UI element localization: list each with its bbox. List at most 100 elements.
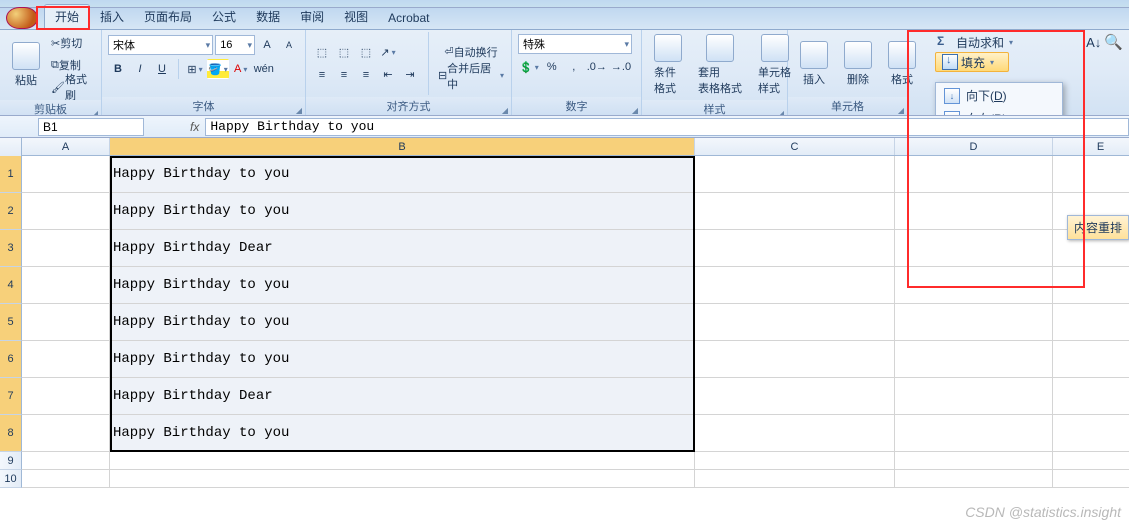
cell-C9[interactable]	[695, 452, 895, 470]
cell-D3[interactable]	[895, 230, 1053, 267]
cell-B7[interactable]: Happy Birthday Dear	[110, 378, 695, 415]
paste-button[interactable]: 粘贴	[6, 40, 46, 90]
cell-A2[interactable]	[22, 193, 110, 230]
format-as-table-button[interactable]: 套用 表格格式	[692, 32, 748, 98]
italic-button[interactable]: I	[130, 59, 150, 79]
name-box[interactable]: B1	[38, 118, 144, 136]
autosum-button[interactable]: 自动求和	[956, 34, 1004, 51]
cell-D7[interactable]	[895, 378, 1053, 415]
row-header-8[interactable]: 8	[0, 415, 22, 452]
cell-A10[interactable]	[22, 470, 110, 488]
row-header-1[interactable]: 1	[0, 156, 22, 193]
cell-B8[interactable]: Happy Birthday to you	[110, 415, 695, 452]
fill-button[interactable]: 填充	[961, 54, 985, 71]
cell-E1[interactable]	[1053, 156, 1129, 193]
row-header-9[interactable]: 9	[0, 452, 22, 470]
percent-button[interactable]: %	[542, 57, 562, 77]
cell-A4[interactable]	[22, 267, 110, 304]
col-header-E[interactable]: E	[1053, 138, 1129, 155]
cell-A1[interactable]	[22, 156, 110, 193]
wrap-text-button[interactable]: ⏎ 自动换行	[437, 42, 505, 62]
merge-center-button[interactable]: ⊟ 合并后居中▾	[437, 66, 505, 86]
row-header-3[interactable]: 3	[0, 230, 22, 267]
underline-button[interactable]: U	[152, 59, 172, 79]
tab-layout[interactable]: 页面布局	[134, 5, 202, 29]
cell-B10[interactable]	[110, 470, 695, 488]
cell-C4[interactable]	[695, 267, 895, 304]
formula-input[interactable]: Happy Birthday to you	[205, 118, 1129, 136]
tab-home[interactable]: 开始	[44, 4, 90, 29]
cell-C1[interactable]	[695, 156, 895, 193]
cell-D8[interactable]	[895, 415, 1053, 452]
cell-D4[interactable]	[895, 267, 1053, 304]
fill-color-button[interactable]: 🪣▾	[207, 59, 229, 79]
cell-B3[interactable]: Happy Birthday Dear	[110, 230, 695, 267]
fx-icon[interactable]: fx	[190, 120, 199, 134]
row-header-5[interactable]: 5	[0, 304, 22, 341]
align-top-button[interactable]: ⬚	[312, 43, 332, 63]
cell-E5[interactable]	[1053, 304, 1129, 341]
cell-B5[interactable]: Happy Birthday to you	[110, 304, 695, 341]
cell-A8[interactable]	[22, 415, 110, 452]
tab-data[interactable]: 数据	[246, 5, 290, 29]
cell-C3[interactable]	[695, 230, 895, 267]
cell-E8[interactable]	[1053, 415, 1129, 452]
align-center-button[interactable]: ≡	[334, 65, 354, 85]
cell-B9[interactable]	[110, 452, 695, 470]
indent-inc-button[interactable]: ⇥	[400, 65, 420, 85]
orientation-button[interactable]: ↗▾	[378, 43, 398, 63]
col-header-B[interactable]: B	[110, 138, 695, 155]
grow-font-button[interactable]: A	[257, 35, 277, 55]
currency-button[interactable]: 💲▾	[518, 57, 540, 77]
cell-E4[interactable]	[1053, 267, 1129, 304]
align-right-button[interactable]: ≡	[356, 65, 376, 85]
cell-E6[interactable]	[1053, 341, 1129, 378]
cell-B4[interactable]: Happy Birthday to you	[110, 267, 695, 304]
cell-A9[interactable]	[22, 452, 110, 470]
font-size-combo[interactable]: 16	[215, 35, 255, 55]
format-cells-button[interactable]: 格式	[882, 39, 922, 89]
fill-down-item[interactable]: ↓向下(D)	[936, 84, 1062, 107]
align-bottom-button[interactable]: ⬚	[356, 43, 376, 63]
cut-button[interactable]: ✂ 剪切	[50, 33, 83, 53]
inc-decimal-button[interactable]: .0→	[586, 57, 608, 77]
cell-A3[interactable]	[22, 230, 110, 267]
col-header-A[interactable]: A	[22, 138, 110, 155]
cell-C2[interactable]	[695, 193, 895, 230]
border-button[interactable]: ⊞▾	[185, 59, 205, 79]
cell-E9[interactable]	[1053, 452, 1129, 470]
tab-insert[interactable]: 插入	[90, 5, 134, 29]
select-all-corner[interactable]	[0, 138, 22, 156]
cell-D2[interactable]	[895, 193, 1053, 230]
tab-view[interactable]: 视图	[334, 5, 378, 29]
insert-cells-button[interactable]: 插入	[794, 39, 834, 89]
col-header-C[interactable]: C	[695, 138, 895, 155]
delete-cells-button[interactable]: 删除	[838, 39, 878, 89]
cell-A6[interactable]	[22, 341, 110, 378]
cell-D9[interactable]	[895, 452, 1053, 470]
tab-review[interactable]: 审阅	[290, 5, 334, 29]
dec-decimal-button[interactable]: →.0	[610, 57, 632, 77]
bold-button[interactable]: B	[108, 59, 128, 79]
cell-C6[interactable]	[695, 341, 895, 378]
comma-button[interactable]: ,	[564, 57, 584, 77]
cell-B6[interactable]: Happy Birthday to you	[110, 341, 695, 378]
row-header-4[interactable]: 4	[0, 267, 22, 304]
cell-E10[interactable]	[1053, 470, 1129, 488]
cell-C5[interactable]	[695, 304, 895, 341]
cell-C10[interactable]	[695, 470, 895, 488]
cell-D10[interactable]	[895, 470, 1053, 488]
cell-B2[interactable]: Happy Birthday to you	[110, 193, 695, 230]
fill-right-item[interactable]: →向右(R)	[936, 107, 1062, 116]
content-rearrange-button[interactable]: 内容重排	[1067, 215, 1129, 240]
col-header-D[interactable]: D	[895, 138, 1053, 155]
indent-dec-button[interactable]: ⇤	[378, 65, 398, 85]
phonetic-button[interactable]: wén	[253, 59, 275, 79]
cell-D6[interactable]	[895, 341, 1053, 378]
tab-acrobat[interactable]: Acrobat	[378, 8, 439, 29]
row-header-7[interactable]: 7	[0, 378, 22, 415]
cell-D5[interactable]	[895, 304, 1053, 341]
cell-A7[interactable]	[22, 378, 110, 415]
cell-B1[interactable]: Happy Birthday to you	[110, 156, 695, 193]
cell-C7[interactable]	[695, 378, 895, 415]
